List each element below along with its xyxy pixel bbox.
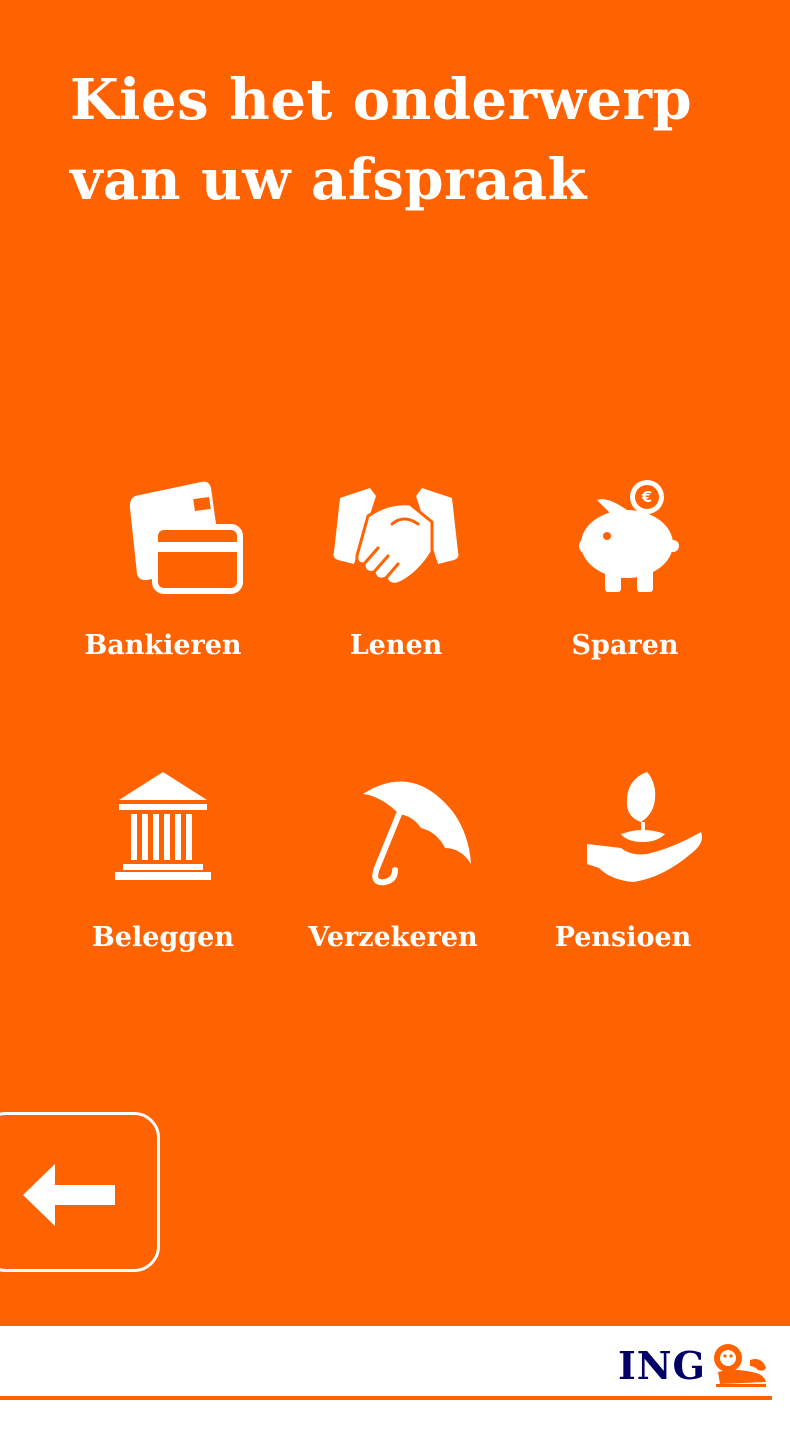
- topic-sparen[interactable]: € Sparen: [510, 480, 740, 700]
- svg-text:€: €: [641, 488, 652, 506]
- page-title-line-1: Kies het onderwerp: [70, 67, 693, 133]
- topic-label: Lenen: [349, 630, 443, 661]
- topic-label: Beleggen: [91, 922, 234, 953]
- topic-pensioen[interactable]: Pensioen: [508, 772, 738, 992]
- topic-label: Sparen: [571, 630, 679, 661]
- topic-label: Pensioen: [554, 922, 692, 953]
- brand-name: ING: [618, 1342, 706, 1388]
- topic-lenen[interactable]: Lenen: [281, 480, 511, 700]
- topic-beleggen[interactable]: Beleggen: [48, 772, 278, 992]
- topic-label: Bankieren: [84, 630, 242, 661]
- footer-divider: [0, 1396, 772, 1400]
- main-panel: Kies het onderwerp van uw afspraak Banki…: [0, 0, 790, 1326]
- credit-cards-icon: [73, 480, 253, 600]
- page-title-line-2: van uw afspraak: [70, 147, 587, 213]
- hand-plant-icon: [533, 772, 713, 892]
- ing-lion-icon: [714, 1344, 766, 1387]
- arrow-left-icon: [23, 1164, 115, 1226]
- ing-logo: ING: [618, 1340, 770, 1390]
- footer: ING: [0, 1326, 790, 1438]
- topic-verzekeren[interactable]: Verzekeren: [278, 772, 508, 992]
- topic-label: Verzekeren: [308, 922, 478, 953]
- back-button[interactable]: [0, 1112, 160, 1272]
- umbrella-icon: [303, 772, 483, 892]
- appointment-topic-screen: Kies het onderwerp van uw afspraak Banki…: [0, 0, 790, 1438]
- bank-building-icon: [73, 772, 253, 892]
- piggy-bank-icon: €: [535, 480, 715, 600]
- page-title: Kies het onderwerp van uw afspraak: [70, 60, 770, 220]
- topic-bankieren[interactable]: Bankieren: [48, 480, 278, 700]
- handshake-icon: [306, 480, 486, 600]
